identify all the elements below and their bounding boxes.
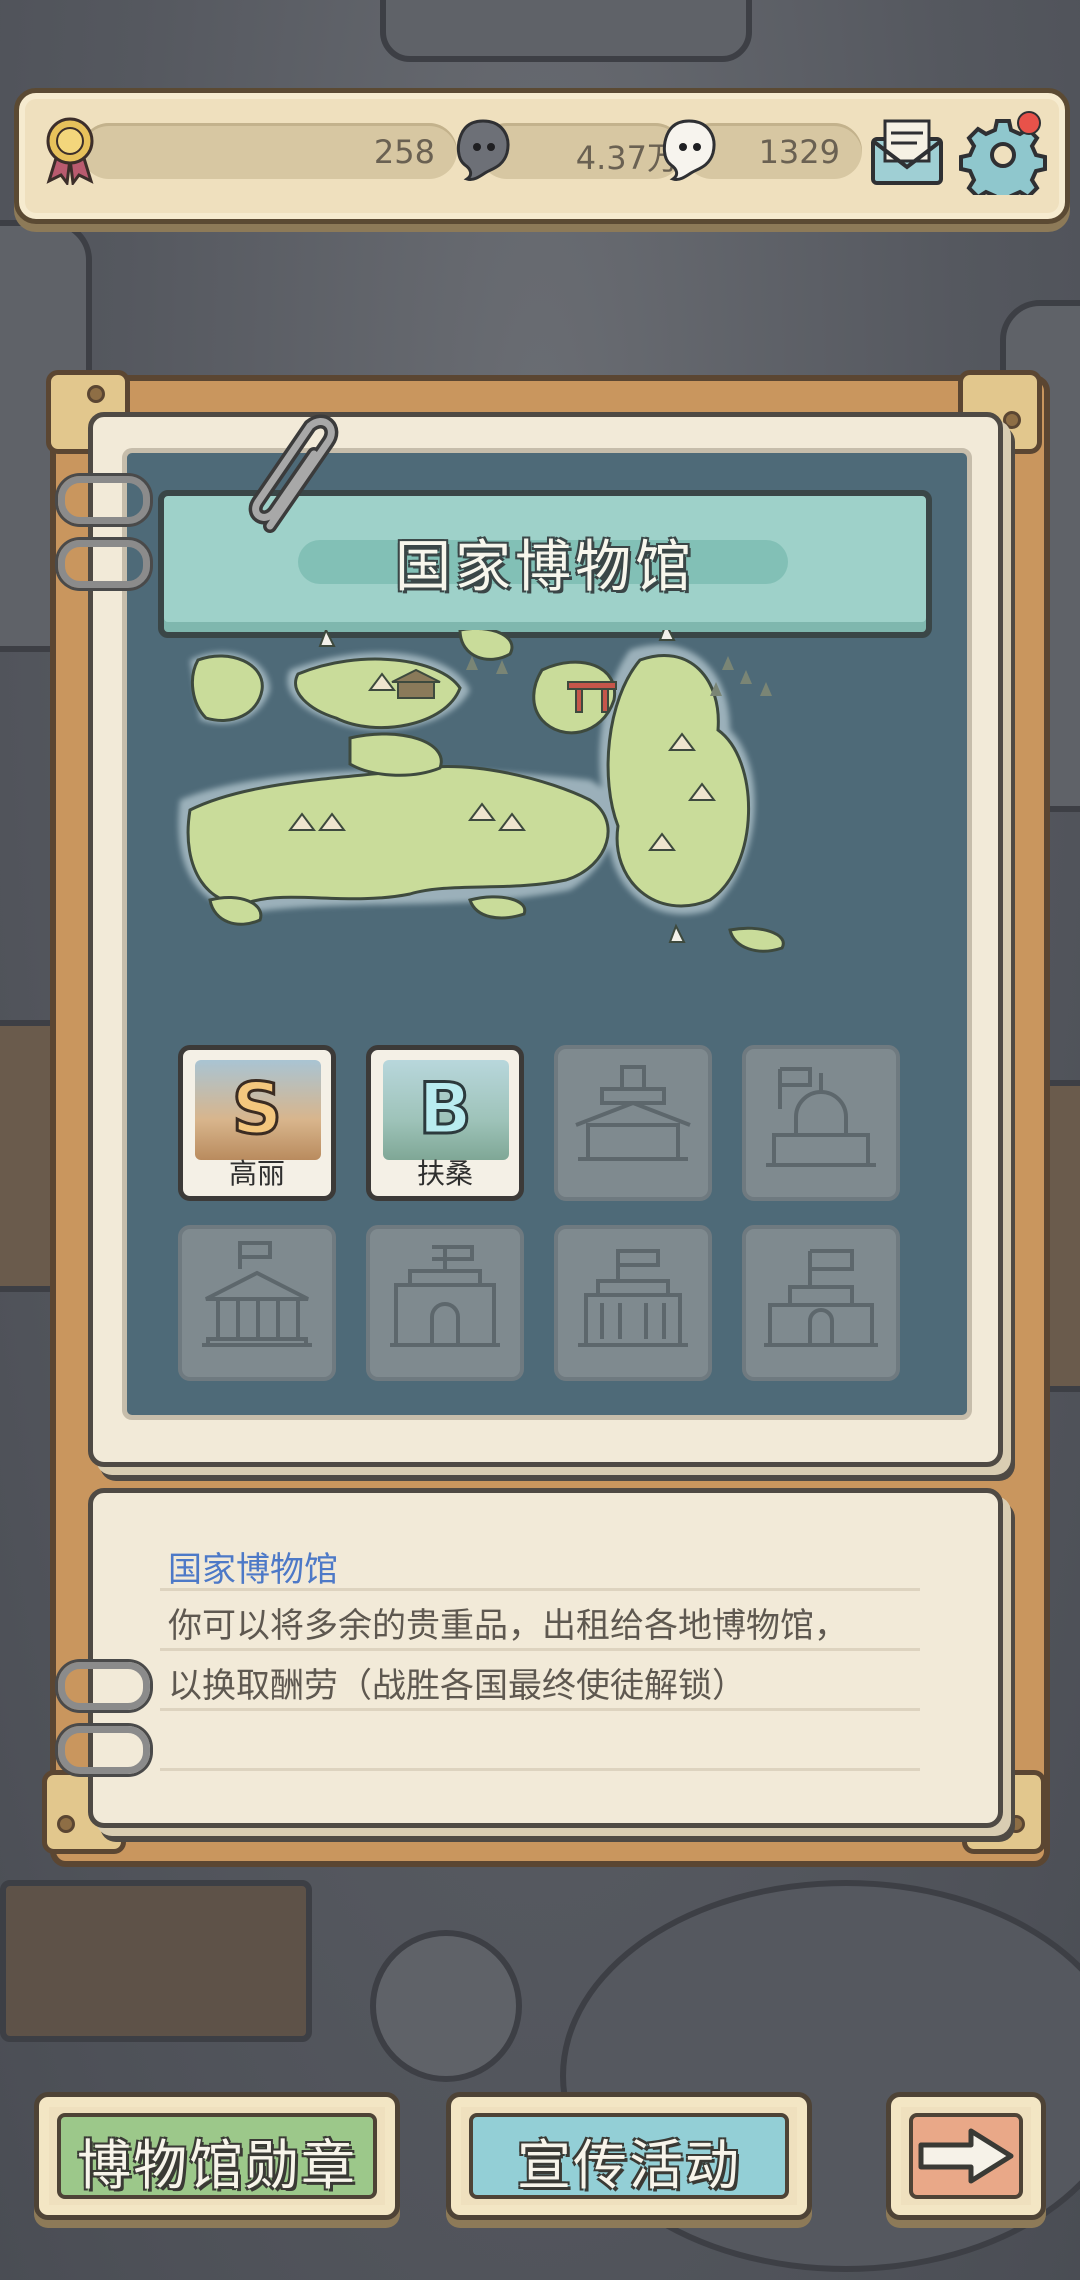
binder-ring	[58, 476, 150, 524]
bg-crate	[0, 1880, 312, 2042]
dark-soul-icon	[456, 119, 510, 181]
museum-medal-label: 博物馆勋章	[77, 2134, 357, 2197]
binder-ring	[58, 1726, 150, 1774]
description-line: 你可以将多余的贵重品，出租给各地博物馆，	[168, 1606, 848, 1646]
museum-tile-fusang[interactable]: B 扶桑	[366, 1045, 524, 1201]
museum-name: 高丽	[228, 1157, 285, 1190]
map-island	[606, 654, 751, 908]
locked-fort-icon	[764, 1249, 878, 1347]
museum-medal-button[interactable]: 博物馆勋章	[34, 2092, 400, 2220]
museum-tile-locked[interactable]	[554, 1045, 712, 1201]
locked-gate-icon	[390, 1245, 500, 1347]
light-soul-count: 1329	[758, 133, 840, 171]
map-island	[191, 654, 264, 722]
locked-palace-icon	[575, 1065, 691, 1161]
grade-badge: S	[230, 1067, 283, 1152]
binder-ring	[58, 540, 150, 588]
description-body: 你可以将多余的贵重品，出租给各地博物馆， 以换取酬劳（战胜各国最终使徒解锁）	[168, 1596, 948, 1716]
locked-hall-icon	[202, 1241, 312, 1347]
next-button[interactable]	[886, 2092, 1046, 2220]
medal-counter: 258	[81, 123, 457, 179]
museum-tile-locked[interactable]	[554, 1225, 712, 1381]
bg-barrel	[370, 1930, 522, 2082]
ruled-line	[160, 1768, 920, 1771]
locked-capitol-icon	[766, 1067, 876, 1167]
description-title: 国家博物馆	[168, 1550, 338, 1590]
museum-tile-locked[interactable]	[178, 1225, 336, 1381]
promotion-button[interactable]: 宣传活动	[446, 2092, 812, 2220]
museum-tile-goryeo[interactable]: S 高丽	[178, 1045, 336, 1201]
medal-count: 258	[373, 133, 435, 171]
light-soul-icon	[662, 119, 716, 181]
description-line: 以换取酬劳（战胜各国最终使徒解锁）	[168, 1666, 746, 1706]
promotion-label: 宣传活动	[517, 2134, 741, 2197]
map-island	[728, 926, 785, 953]
map-temple	[397, 681, 435, 699]
bg-pipe	[380, 0, 752, 62]
map-island	[458, 630, 514, 661]
museum-tile-locked[interactable]	[742, 1045, 900, 1201]
arrow-right-icon	[918, 2128, 1014, 2184]
map-torii-gate	[567, 681, 617, 690]
map-island	[468, 895, 527, 920]
world-map	[178, 630, 785, 953]
resource-bar: 258 4.37万 1329	[14, 88, 1070, 224]
map-island	[348, 732, 443, 777]
grade-badge: B	[417, 1067, 473, 1152]
museum-tile-locked[interactable]	[742, 1225, 900, 1381]
binder-ring	[58, 1662, 150, 1710]
locked-museum-icon	[578, 1249, 688, 1347]
notification-dot	[1017, 111, 1041, 135]
mail-icon[interactable]	[867, 111, 947, 191]
paperclip-icon	[248, 414, 339, 533]
museum-tile-locked[interactable]	[366, 1225, 524, 1381]
settings-gear-icon[interactable]	[959, 107, 1047, 195]
museum-grid: S 高丽 B 扶桑	[178, 1045, 904, 1385]
medal-icon	[46, 117, 94, 185]
museum-name: 扶桑	[416, 1157, 473, 1190]
